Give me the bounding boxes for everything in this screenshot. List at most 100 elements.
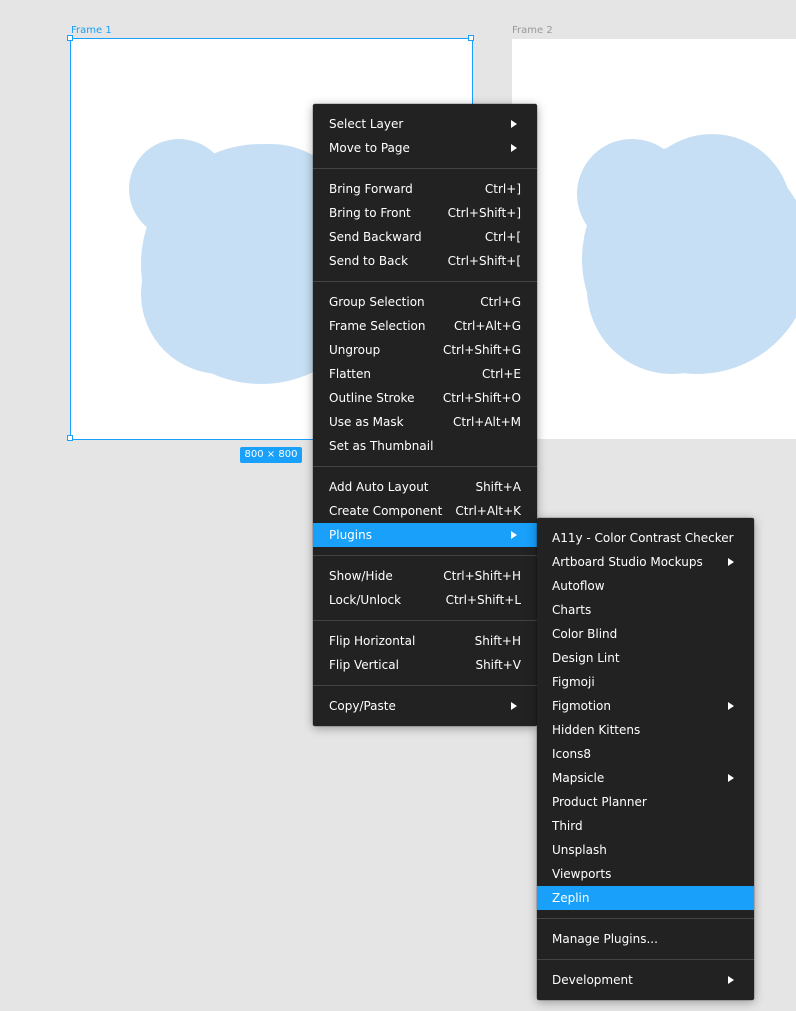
context-menu-item-bring-forward[interactable]: Bring Forward Ctrl+] [313,177,537,201]
menu-item-label: Move to Page [329,141,410,155]
menu-item-label: Add Auto Layout [329,480,429,494]
context-menu-item-add-auto-layout[interactable]: Add Auto Layout Shift+A [313,475,537,499]
plugins-menu-item-mapsicle[interactable]: Mapsicle [537,766,754,790]
menu-item-label: Flatten [329,367,371,381]
menu-item-label: Flip Horizontal [329,634,416,648]
plugins-menu-item-hidden-kittens[interactable]: Hidden Kittens [537,718,754,742]
plugins-menu-item-manage-plugins[interactable]: Manage Plugins... [537,927,754,951]
menu-item-label: Zeplin [552,891,590,905]
menu-item-label: Manage Plugins... [552,932,658,946]
menu-item-label: Copy/Paste [329,699,396,713]
menu-item-shortcut: Ctrl+[ [484,230,521,244]
resize-handle-top-right[interactable] [468,35,474,41]
menu-item-label: Icons8 [552,747,591,761]
resize-handle-bottom-left[interactable] [67,435,73,441]
menu-item-label: Send Backward [329,230,422,244]
menu-item-shortcut: Ctrl+Shift+] [447,206,521,220]
menu-item-label: Bring to Front [329,206,411,220]
context-menu-item-flatten[interactable]: Flatten Ctrl+E [313,362,537,386]
context-menu-item-plugins[interactable]: Plugins [313,523,537,547]
menu-item-label: Plugins [329,528,372,542]
menu-item-label: Select Layer [329,117,404,131]
menu-separator [537,918,754,919]
menu-separator [313,555,537,556]
frame-1-label[interactable]: Frame 1 [71,25,112,37]
menu-item-label: Group Selection [329,295,425,309]
plugins-menu-item-zeplin[interactable]: Zeplin [537,886,754,910]
plugins-menu-item-design-lint[interactable]: Design Lint [537,646,754,670]
menu-item-label: Outline Stroke [329,391,415,405]
context-menu-item-flip-vertical[interactable]: Flip Vertical Shift+V [313,653,537,677]
menu-separator [313,620,537,621]
context-menu-item-send-to-back[interactable]: Send to Back Ctrl+Shift+[ [313,249,537,273]
menu-item-shortcut: Ctrl+G [480,295,521,309]
submenu-arrow-icon [728,976,734,984]
frame-2[interactable] [512,39,796,439]
menu-item-shortcut: Ctrl+Shift+L [445,593,521,607]
menu-item-label: Development [552,973,633,987]
menu-item-label: Ungroup [329,343,381,357]
menu-item-label: A11y - Color Contrast Checker [552,531,734,545]
menu-item-label: Viewports [552,867,612,881]
menu-item-shortcut: Shift+V [475,658,521,672]
context-menu-item-create-component[interactable]: Create Component Ctrl+Alt+K [313,499,537,523]
menu-item-label: Autoflow [552,579,605,593]
submenu-arrow-icon [728,702,734,710]
context-menu-item-set-as-thumbnail[interactable]: Set as Thumbnail [313,434,537,458]
context-menu-item-bring-to-front[interactable]: Bring to Front Ctrl+Shift+] [313,201,537,225]
menu-item-shortcut: Ctrl+] [484,182,521,196]
menu-separator [313,281,537,282]
menu-item-label: Bring Forward [329,182,413,196]
plugins-menu-item-viewports[interactable]: Viewports [537,862,754,886]
menu-separator [313,685,537,686]
menu-item-shortcut: Ctrl+Alt+K [455,504,521,518]
context-menu-item-group-selection[interactable]: Group Selection Ctrl+G [313,290,537,314]
context-menu-item-outline-stroke[interactable]: Outline Stroke Ctrl+Shift+O [313,386,537,410]
context-menu-item-show-hide[interactable]: Show/Hide Ctrl+Shift+H [313,564,537,588]
menu-item-label: Figmoji [552,675,595,689]
context-menu-item-select-layer[interactable]: Select Layer [313,112,537,136]
context-menu-item-flip-horizontal[interactable]: Flip Horizontal Shift+H [313,629,537,653]
plugins-menu-item-autoflow[interactable]: Autoflow [537,574,754,598]
menu-separator [313,466,537,467]
context-menu-item-move-to-page[interactable]: Move to Page [313,136,537,160]
frame-2-label[interactable]: Frame 2 [512,25,553,37]
context-menu-item-send-backward[interactable]: Send Backward Ctrl+[ [313,225,537,249]
plugins-menu-item-artboard-studio-mockups[interactable]: Artboard Studio Mockups [537,550,754,574]
plugins-menu-item-unsplash[interactable]: Unsplash [537,838,754,862]
menu-item-label: Unsplash [552,843,607,857]
menu-item-label: Charts [552,603,592,617]
plugins-menu-item-charts[interactable]: Charts [537,598,754,622]
plugins-menu-item-icons8[interactable]: Icons8 [537,742,754,766]
menu-separator [313,168,537,169]
menu-item-shortcut: Ctrl+Shift+O [442,391,521,405]
context-menu-item-copy-paste[interactable]: Copy/Paste [313,694,537,718]
menu-item-label: Send to Back [329,254,409,268]
plugins-menu-item-figmotion[interactable]: Figmotion [537,694,754,718]
menu-item-shortcut: Ctrl+Alt+M [452,415,521,429]
plugins-menu-item-a11y-color-contrast-checker[interactable]: A11y - Color Contrast Checker [537,526,754,550]
menu-item-shortcut: Ctrl+Shift+[ [447,254,521,268]
submenu-arrow-icon [728,774,734,782]
plugins-menu-item-figmoji[interactable]: Figmoji [537,670,754,694]
plugins-menu-item-product-planner[interactable]: Product Planner [537,790,754,814]
context-menu-item-lock-unlock[interactable]: Lock/Unlock Ctrl+Shift+L [313,588,537,612]
context-menu-item-frame-selection[interactable]: Frame Selection Ctrl+Alt+G [313,314,537,338]
menu-item-label: Mapsicle [552,771,605,785]
selection-size-badge: 800 × 800 [240,447,302,463]
plugins-menu-item-color-blind[interactable]: Color Blind [537,622,754,646]
menu-item-shortcut: Ctrl+Shift+H [443,569,521,583]
menu-item-shortcut: Ctrl+Alt+G [453,319,521,333]
blob-shape-2[interactable] [512,39,796,439]
plugins-menu-item-third[interactable]: Third [537,814,754,838]
menu-item-label: Product Planner [552,795,647,809]
menu-separator [537,959,754,960]
resize-handle-top-left[interactable] [67,35,73,41]
menu-item-shortcut: Ctrl+E [482,367,521,381]
context-menu-item-use-as-mask[interactable]: Use as Mask Ctrl+Alt+M [313,410,537,434]
context-menu-item-ungroup[interactable]: Ungroup Ctrl+Shift+G [313,338,537,362]
plugins-menu-item-development[interactable]: Development [537,968,754,992]
menu-item-shortcut: Ctrl+Shift+G [442,343,521,357]
menu-item-label: Use as Mask [329,415,404,429]
menu-item-label: Show/Hide [329,569,393,583]
